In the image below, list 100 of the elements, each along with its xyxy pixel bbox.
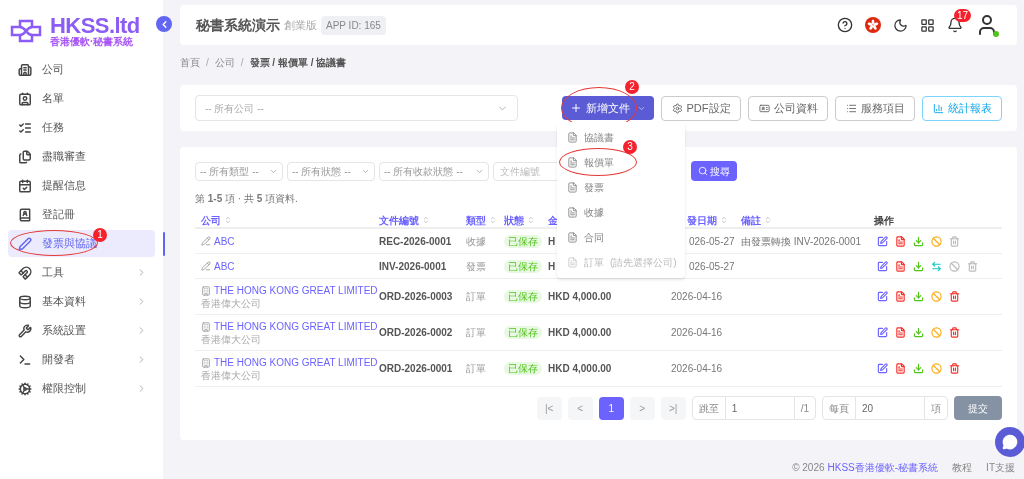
company-select[interactable]: -- 所有公司 -- bbox=[195, 95, 518, 121]
edit-icon[interactable] bbox=[877, 291, 888, 302]
sidebar-item[interactable]: 基本資料 bbox=[8, 288, 155, 315]
column-header[interactable]: 發日期 bbox=[687, 212, 728, 228]
pdf-icon[interactable] bbox=[895, 327, 906, 338]
column-header[interactable]: 文件編號 bbox=[379, 212, 430, 228]
book-icon bbox=[18, 207, 32, 222]
menu-item[interactable]: 報價單 bbox=[557, 155, 614, 170]
company-link[interactable]: ABC bbox=[214, 258, 235, 274]
sort-icon bbox=[720, 216, 728, 224]
files-icon bbox=[18, 149, 32, 164]
breadcrumb-separator: / bbox=[240, 55, 244, 70]
company-subname: 香港偉大公司 bbox=[201, 370, 262, 382]
app-title: 秘書系統演示 bbox=[196, 15, 280, 35]
remark: 由發票轉換 INV-2026-0001 bbox=[741, 235, 862, 247]
toolbar-button[interactable]: 服務項目 bbox=[835, 95, 915, 121]
sidebar-item[interactable]: 名單 bbox=[8, 85, 155, 112]
submit-button[interactable]: 提交 bbox=[954, 396, 1002, 420]
document-type: 訂單 bbox=[466, 327, 486, 338]
download-icon[interactable] bbox=[913, 327, 924, 338]
new-document-button[interactable]: 新增文件 bbox=[562, 96, 654, 120]
company-link[interactable]: THE HONG KONG GREAT LIMITED bbox=[214, 283, 378, 298]
notification-badge: 17 bbox=[954, 9, 972, 22]
search-button[interactable]: 搜尋 bbox=[691, 161, 737, 181]
page-button[interactable]: |< bbox=[536, 396, 562, 420]
pen-icon bbox=[18, 236, 32, 251]
filter-select[interactable]: -- 所有收款狀態 -- bbox=[379, 161, 489, 181]
sidebar-item[interactable]: 公司 bbox=[8, 56, 155, 83]
download-icon[interactable] bbox=[913, 235, 924, 247]
issue-date: 2026-04-16 bbox=[671, 291, 723, 302]
step-marker: 3 bbox=[623, 140, 637, 154]
chat-icon bbox=[1002, 434, 1018, 450]
breadcrumb-link[interactable]: 公司 bbox=[214, 54, 235, 70]
footer-link[interactable]: HKSS香港優軟-秘書系統 bbox=[827, 460, 939, 475]
toolbar-button[interactable]: PDF設定 bbox=[661, 95, 741, 121]
company-link[interactable]: ABC bbox=[214, 233, 235, 249]
column-header[interactable]: 狀態 bbox=[504, 212, 535, 228]
sidebar-item[interactable]: 工具 bbox=[8, 259, 155, 286]
menu-item[interactable]: 協議書 bbox=[557, 130, 614, 145]
page-button[interactable]: < bbox=[567, 396, 593, 420]
delete-icon[interactable] bbox=[949, 363, 960, 374]
company-subname: 香港偉大公司 bbox=[201, 298, 262, 310]
bell-icon[interactable] bbox=[947, 17, 963, 33]
pdf-icon[interactable] bbox=[895, 235, 906, 247]
company-link[interactable]: THE HONG KONG GREAT LIMITED bbox=[214, 355, 378, 370]
apps-icon[interactable] bbox=[920, 17, 935, 33]
menu-item[interactable]: 合同 bbox=[557, 230, 604, 245]
filter-select[interactable]: -- 所有類型 -- bbox=[195, 161, 283, 181]
help-icon[interactable] bbox=[837, 17, 853, 33]
pdf-icon[interactable] bbox=[895, 363, 906, 374]
convert-icon[interactable] bbox=[931, 260, 942, 272]
edit-icon[interactable] bbox=[877, 260, 888, 272]
chat-button[interactable] bbox=[995, 427, 1024, 457]
flag-icon[interactable] bbox=[865, 17, 881, 33]
edit-icon[interactable] bbox=[877, 327, 888, 338]
download-icon[interactable] bbox=[913, 291, 924, 302]
filter-select[interactable]: -- 所有狀態 -- bbox=[287, 161, 375, 181]
amount: HKD 4,000.00 bbox=[548, 327, 612, 338]
sidebar-item[interactable]: 提醒信息 bbox=[8, 172, 155, 199]
page-jump-field[interactable]: 1 bbox=[725, 396, 794, 420]
page-button[interactable]: 1 bbox=[598, 396, 624, 420]
collapse-button[interactable] bbox=[156, 16, 172, 32]
column-header[interactable]: 類型 bbox=[466, 212, 497, 228]
list-icon bbox=[845, 102, 857, 114]
footer-link[interactable]: 教程 bbox=[952, 460, 973, 475]
amount: H bbox=[548, 235, 556, 247]
column-header[interactable]: 公司 bbox=[201, 212, 232, 228]
sidebar-item[interactable]: 登記冊 bbox=[8, 201, 155, 228]
toolbar-button[interactable]: 統計報表 bbox=[922, 95, 1002, 121]
page-size-field[interactable]: 20 bbox=[856, 396, 924, 420]
status-tag: 已保存 bbox=[504, 326, 542, 339]
column-header[interactable]: 備註 bbox=[741, 212, 772, 228]
menu-item[interactable]: 發票 bbox=[557, 180, 604, 195]
company-link[interactable]: THE HONG KONG GREAT LIMITED bbox=[214, 319, 378, 334]
menu-item[interactable]: 收據 bbox=[557, 205, 604, 220]
document-type: 收據 bbox=[466, 235, 486, 247]
pdf-icon[interactable] bbox=[895, 260, 906, 272]
step-marker: 2 bbox=[625, 80, 639, 94]
sidebar-item[interactable]: 任務 bbox=[8, 114, 155, 141]
moon-icon[interactable] bbox=[893, 17, 908, 33]
sidebar-item[interactable]: 盡職審查 bbox=[8, 143, 155, 170]
edit-icon[interactable] bbox=[877, 363, 888, 374]
breadcrumb-link[interactable]: 首頁 bbox=[180, 54, 200, 70]
page-button[interactable]: >| bbox=[660, 396, 686, 420]
pdf-icon[interactable] bbox=[895, 291, 906, 302]
page-button[interactable]: > bbox=[629, 396, 655, 420]
delete-icon[interactable] bbox=[949, 327, 960, 338]
sidebar-item[interactable]: 權限控制 bbox=[8, 375, 155, 402]
sidebar-item[interactable]: 開發者 bbox=[8, 346, 155, 373]
download-icon[interactable] bbox=[913, 363, 924, 374]
sort-icon bbox=[422, 216, 430, 224]
sidebar-item[interactable]: 系統設置 bbox=[8, 317, 155, 344]
edit-icon[interactable] bbox=[877, 235, 888, 247]
amount: H bbox=[548, 260, 556, 272]
document-icon bbox=[567, 232, 578, 243]
footer-link[interactable]: IT支援 bbox=[986, 460, 1015, 475]
toolbar-button[interactable]: 公司資料 bbox=[748, 95, 828, 121]
issue-date: 2026-04-16 bbox=[671, 363, 723, 374]
download-icon[interactable] bbox=[913, 260, 924, 272]
delete-icon[interactable] bbox=[949, 291, 960, 302]
